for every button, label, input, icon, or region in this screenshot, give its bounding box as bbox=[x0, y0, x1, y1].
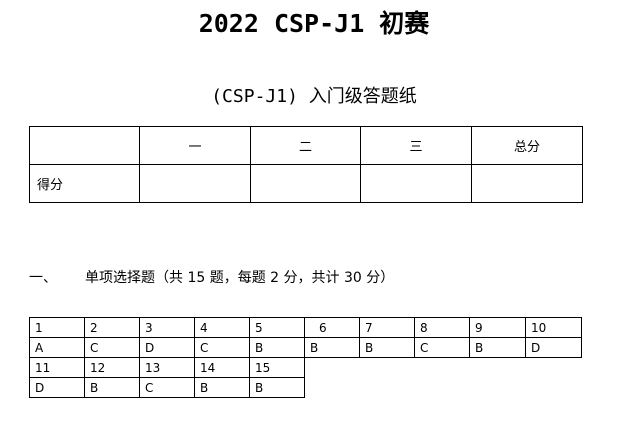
page-title: 2022 CSP-J1 初赛 bbox=[198, 9, 430, 38]
answer-cell: C bbox=[414, 337, 470, 358]
question-number-cell: 8 bbox=[414, 317, 470, 338]
answer-cell: B bbox=[84, 377, 140, 398]
answer-number-row: 1 2 3 4 5 6 7 8 9 10 bbox=[29, 317, 582, 338]
section-heading: 一、 单项选择题（共 15 题，每题 2 分，共计 30 分） bbox=[29, 268, 394, 288]
answer-cell: B bbox=[469, 337, 526, 358]
answer-table: 1 2 3 4 5 6 7 8 9 10 A C D C B B B C B D… bbox=[29, 317, 582, 398]
section-number: 一、 bbox=[29, 270, 57, 286]
score-cell-part-1[interactable] bbox=[139, 164, 251, 203]
score-value-row: 得分 bbox=[29, 164, 583, 203]
score-cell-part-2[interactable] bbox=[250, 164, 361, 203]
question-number-cell: 11 bbox=[29, 357, 85, 378]
question-number-cell: 14 bbox=[194, 357, 250, 378]
score-header-part-2: 二 bbox=[250, 126, 361, 165]
answer-cell: B bbox=[249, 377, 305, 398]
question-number-cell: 13 bbox=[139, 357, 195, 378]
question-number-cell: 7 bbox=[359, 317, 415, 338]
empty-space bbox=[305, 358, 582, 378]
score-header-part-3: 三 bbox=[360, 126, 472, 165]
answer-cell: B bbox=[359, 337, 415, 358]
question-number-cell: 1 bbox=[29, 317, 85, 338]
answer-cell: B bbox=[194, 377, 250, 398]
question-number-cell: 4 bbox=[194, 317, 250, 338]
question-number-cell: 5 bbox=[249, 317, 305, 338]
answer-cell: D bbox=[139, 337, 195, 358]
score-cell-total[interactable] bbox=[471, 164, 583, 203]
score-header-blank bbox=[29, 126, 140, 165]
section-title: 单项选择题（共 15 题，每题 2 分，共计 30 分） bbox=[85, 270, 395, 286]
score-table: 一 二 三 总分 得分 bbox=[29, 126, 583, 203]
score-header-row: 一 二 三 总分 bbox=[29, 126, 583, 165]
answer-number-row: 11 12 13 14 15 bbox=[29, 357, 582, 378]
empty-space bbox=[305, 378, 582, 398]
answer-cell: C bbox=[84, 337, 140, 358]
question-number-cell: 10 bbox=[525, 317, 582, 338]
question-number-cell: 12 bbox=[84, 357, 140, 378]
answer-cell: B bbox=[249, 337, 305, 358]
score-row-label: 得分 bbox=[29, 164, 140, 203]
answer-cell: C bbox=[139, 377, 195, 398]
score-header-total: 总分 bbox=[471, 126, 583, 165]
score-cell-part-3[interactable] bbox=[360, 164, 472, 203]
answer-cell: B bbox=[304, 337, 360, 358]
question-number-cell: 6 bbox=[304, 317, 360, 338]
page-subtitle: (CSP-J1) 入门级答题纸 bbox=[211, 86, 417, 107]
answer-cell: A bbox=[29, 337, 85, 358]
question-number-cell: 3 bbox=[139, 317, 195, 338]
question-number-cell: 2 bbox=[84, 317, 140, 338]
score-header-part-1: 一 bbox=[139, 126, 251, 165]
answer-row: D B C B B bbox=[29, 377, 582, 398]
answer-cell: D bbox=[525, 337, 582, 358]
answer-cell: C bbox=[194, 337, 250, 358]
answer-row: A C D C B B B C B D bbox=[29, 337, 582, 358]
question-number-cell: 9 bbox=[469, 317, 526, 338]
answer-cell: D bbox=[29, 377, 85, 398]
question-number-cell: 15 bbox=[249, 357, 305, 378]
